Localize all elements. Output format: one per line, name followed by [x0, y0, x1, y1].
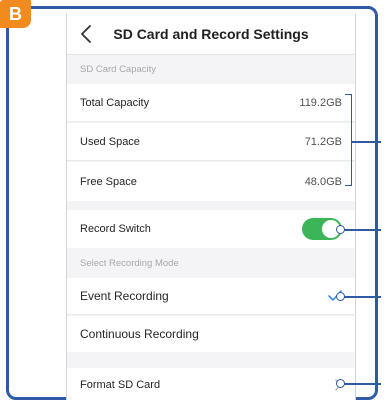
event-recording-option[interactable]: Event Recording — [67, 278, 355, 315]
used-space-value: 71.2GB — [304, 135, 342, 148]
format-sd-card-row[interactable]: Format SD Card — [67, 368, 355, 400]
callout-line-event-recording — [342, 296, 381, 298]
callout-line-format — [342, 383, 381, 385]
record-switch-row: Record Switch — [67, 210, 355, 248]
option-label: Event Recording — [80, 289, 169, 303]
callout-line-record-switch — [342, 229, 381, 231]
row-label: Used Space — [80, 135, 140, 148]
row-label: Free Space — [80, 175, 137, 188]
settings-screen: SD Card and Record Settings SD Card Capa… — [66, 14, 356, 400]
option-label: Continuous Recording — [80, 327, 199, 341]
used-space-row: Used Space 71.2GB — [67, 123, 355, 161]
callout-dot-record-switch — [336, 225, 345, 234]
callout-dot-event-recording — [336, 292, 345, 301]
nav-bar: SD Card and Record Settings — [67, 14, 355, 55]
row-label: Format SD Card — [80, 379, 161, 391]
free-space-value: 48.0GB — [304, 175, 342, 188]
row-label: Total Capacity — [80, 96, 150, 109]
capacity-bracket — [345, 94, 352, 186]
free-space-row: Free Space 48.0GB — [67, 162, 355, 201]
continuous-recording-option[interactable]: Continuous Recording — [67, 316, 355, 352]
total-capacity-value: 119.2GB — [299, 96, 342, 109]
page-title: SD Card and Record Settings — [113, 26, 309, 42]
row-label: Record Switch — [80, 223, 151, 235]
section-header-capacity: SD Card Capacity — [80, 63, 157, 75]
section-header-mode: Select Recording Mode — [80, 257, 179, 269]
total-capacity-row: Total Capacity 119.2GB — [67, 84, 355, 122]
step-badge: B — [0, 0, 31, 28]
callout-line-capacity — [351, 141, 381, 143]
chevron-left-icon[interactable] — [77, 23, 97, 45]
callout-dot-format — [336, 379, 345, 388]
